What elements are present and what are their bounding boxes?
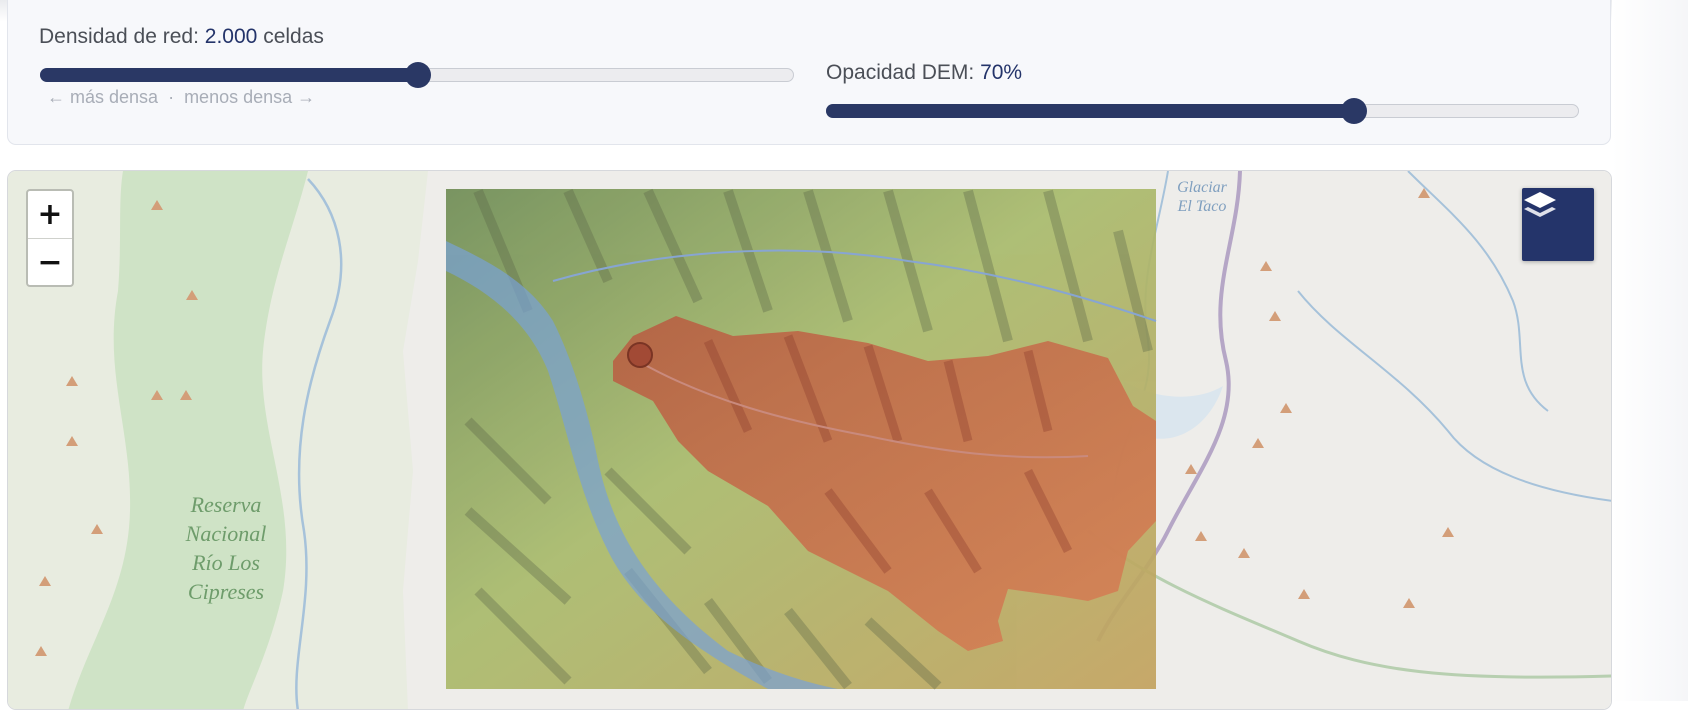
zoom-in-button[interactable]: + bbox=[28, 191, 72, 239]
density-hint-left: ← más densa bbox=[47, 87, 159, 107]
glacier-label-2: El Taco bbox=[1177, 198, 1227, 215]
map-view[interactable]: Reserva Nacional Río Los Cipreses Glacia… bbox=[7, 170, 1612, 710]
zoom-out-button[interactable]: − bbox=[28, 239, 72, 285]
opacity-slider-thumb[interactable] bbox=[1341, 98, 1367, 124]
reserve-label-1: Reserva bbox=[190, 492, 262, 517]
reserve-label-3: Río Los bbox=[191, 550, 260, 575]
density-hint-right: menos densa → bbox=[184, 87, 316, 107]
opacity-label: Opacidad DEM: bbox=[826, 61, 975, 84]
map-canvas[interactable]: Reserva Nacional Río Los Cipreses Glacia… bbox=[8, 171, 1612, 710]
density-slider[interactable] bbox=[40, 62, 794, 88]
density-hint: ← más densa · menos densa → bbox=[47, 87, 315, 108]
density-slider-thumb[interactable] bbox=[405, 62, 431, 88]
density-slider-fill bbox=[40, 68, 419, 82]
opacity-value: 70% bbox=[980, 61, 1023, 84]
density-label: Densidad de red: bbox=[39, 25, 199, 48]
reserve-label-2: Nacional bbox=[185, 521, 267, 546]
density-unit: celdas bbox=[263, 25, 324, 48]
glacier-label-1: Glaciar bbox=[1177, 179, 1228, 196]
opacity-label-row: Opacidad DEM: 70% bbox=[826, 61, 1022, 85]
page-gutter bbox=[1612, 0, 1688, 701]
opacity-slider[interactable] bbox=[826, 98, 1579, 124]
density-value: 2.000 bbox=[204, 25, 258, 48]
layers-button[interactable] bbox=[1522, 188, 1594, 261]
controls-panel: Densidad de red: 2.000 celdas ← más dens… bbox=[7, 0, 1611, 145]
outlet-point-marker[interactable] bbox=[627, 342, 653, 368]
zoom-control: + − bbox=[26, 189, 74, 287]
opacity-slider-fill bbox=[826, 104, 1355, 118]
layers-icon bbox=[1524, 192, 1556, 217]
reserve-label-4: Cipreses bbox=[188, 579, 264, 604]
density-label-row: Densidad de red: 2.000 celdas bbox=[39, 25, 324, 49]
density-hint-separator: · bbox=[168, 87, 175, 107]
